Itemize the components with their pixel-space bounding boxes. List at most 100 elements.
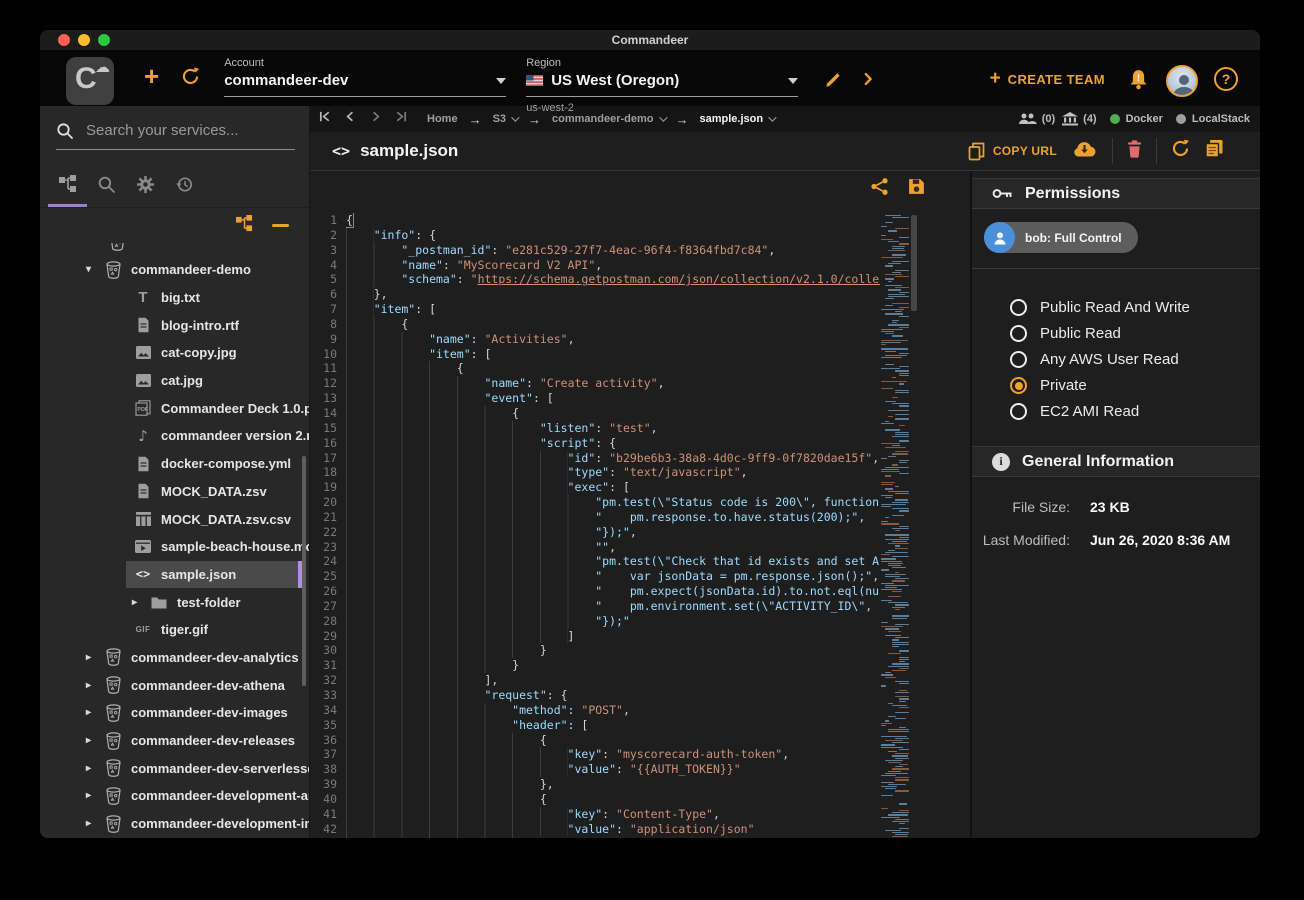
nav-back-button[interactable]: [343, 109, 358, 129]
code-line[interactable]: " pm.environment.set(\"ACTIVITY_ID\", js…: [346, 599, 880, 614]
tree-item[interactable]: ▸ test-folder: [40, 588, 309, 616]
users-icon-wrap[interactable]: (0): [1018, 113, 1055, 125]
breadcrumb-item[interactable]: S3: [493, 113, 517, 125]
radio-icon[interactable]: [1010, 351, 1027, 368]
edit-region-button[interactable]: [824, 69, 844, 94]
code-content[interactable]: {"info": {"_postman_id": "e281c529-27f7-…: [346, 213, 880, 838]
code-line[interactable]: "",: [346, 540, 880, 555]
code-line[interactable]: "value": "{{AUTH_TOKEN}}": [346, 762, 880, 777]
tree-item[interactable]: ▾ commandeer-demo: [40, 256, 309, 284]
save-button[interactable]: [907, 177, 926, 201]
code-line[interactable]: "exec": [: [346, 480, 880, 495]
region-select[interactable]: Region US West (Oregon) us-west-2: [526, 57, 798, 114]
code-line[interactable]: },: [346, 777, 880, 792]
tree-item[interactable]: sample-beach-house.mov: [40, 533, 309, 561]
code-line[interactable]: "key": "myscorecard-auth-token",: [346, 747, 880, 762]
code-line[interactable]: "listen": "test",: [346, 421, 880, 436]
code-line[interactable]: }: [346, 658, 880, 673]
help-button[interactable]: ?: [1214, 67, 1238, 91]
search-input[interactable]: [84, 121, 295, 140]
code-line[interactable]: "pm.test(\"Check that id exists and set …: [346, 554, 880, 569]
code-line[interactable]: {: [346, 733, 880, 748]
code-line[interactable]: "item": [: [346, 347, 880, 362]
code-line[interactable]: "value": "application/json": [346, 822, 880, 837]
radio-icon[interactable]: [1010, 403, 1027, 420]
tree-item[interactable]: ▸ commandeer-development-analytic: [40, 782, 309, 810]
tree-item[interactable]: cat.jpg: [40, 367, 309, 395]
expander-right-icon[interactable]: ▸: [132, 597, 148, 608]
refresh-file-button[interactable]: [1171, 139, 1190, 163]
expander-right-icon[interactable]: ▸: [86, 818, 102, 829]
code-line[interactable]: "event": [: [346, 391, 880, 406]
editor-scrollbar[interactable]: [910, 213, 918, 838]
code-line[interactable]: }: [346, 643, 880, 658]
breadcrumb-item[interactable]: commandeer-demo: [552, 113, 664, 125]
expander-right-icon[interactable]: ▸: [86, 735, 102, 746]
add-account-button[interactable]: +: [144, 65, 159, 87]
delete-file-button[interactable]: [1127, 140, 1142, 163]
nav-forward-button[interactable]: [368, 109, 383, 129]
tree-item[interactable]: ▸ commandeer-dev-athena: [40, 671, 309, 699]
code-line[interactable]: ],: [346, 673, 880, 688]
code-line[interactable]: "item": [: [346, 302, 880, 317]
notifications-button[interactable]: [1127, 68, 1150, 96]
code-line[interactable]: " pm.expect(jsonData.id).to.not.eql(null…: [346, 584, 880, 599]
code-line[interactable]: "script": {: [346, 436, 880, 451]
bank-icon-wrap[interactable]: (4): [1062, 112, 1096, 126]
code-line[interactable]: {: [346, 317, 880, 332]
expander-right-icon[interactable]: ▸: [86, 707, 102, 718]
code-line[interactable]: "type": "text/javascript",: [346, 465, 880, 480]
service-search[interactable]: [56, 121, 295, 150]
code-line[interactable]: {: [346, 361, 880, 376]
editor-body[interactable]: 1234567891011121314151617181920212223242…: [310, 207, 970, 838]
acl-option-public-read-and-write[interactable]: Public Read And Write: [1010, 299, 1260, 316]
owner-chip[interactable]: bob: Full Control: [984, 222, 1138, 253]
radio-icon[interactable]: [1010, 299, 1027, 316]
service-status-docker[interactable]: Docker: [1110, 113, 1163, 125]
code-line[interactable]: " var jsonData = pm.response.json();",: [346, 569, 880, 584]
code-line[interactable]: },: [346, 287, 880, 302]
tree-item[interactable]: ▸ commandeer-dev-images: [40, 699, 309, 727]
user-avatar[interactable]: [1166, 65, 1198, 97]
duplicate-file-button[interactable]: [1204, 139, 1224, 163]
code-line[interactable]: ]: [346, 629, 880, 644]
breadcrumb-item[interactable]: sample.json: [700, 113, 775, 125]
code-line[interactable]: "name": "Activities",: [346, 332, 880, 347]
acl-option-private[interactable]: Private: [1010, 377, 1260, 394]
code-line[interactable]: "header": [: [346, 718, 880, 733]
acl-option-ec2-ami-read[interactable]: EC2 AMI Read: [1010, 403, 1260, 420]
code-line[interactable]: "pm.test(\"Status code is 200\", functio…: [346, 495, 880, 510]
share-button[interactable]: [870, 177, 889, 201]
tree-item[interactable]: ▸ commandeer-development-images: [40, 810, 309, 838]
code-line[interactable]: "name": "MyScorecard V2 API",: [346, 258, 880, 273]
tab-search[interactable]: [87, 161, 126, 207]
tab-services-tree[interactable]: [48, 161, 87, 207]
tree-item-partial[interactable]: [40, 243, 309, 256]
tree-item[interactable]: MOCK_DATA.zsv.csv: [40, 505, 309, 533]
service-status-localstack[interactable]: LocalStack: [1176, 113, 1250, 125]
code-line[interactable]: "request": {: [346, 688, 880, 703]
create-team-button[interactable]: + CREATE TEAM: [990, 71, 1105, 87]
tree-item-selected[interactable]: <> sample.json: [40, 561, 309, 589]
nav-last-button[interactable]: [393, 109, 408, 129]
radio-icon[interactable]: [1010, 325, 1027, 342]
code-line[interactable]: "info": {: [346, 228, 880, 243]
code-line[interactable]: }: [346, 836, 880, 838]
tab-settings[interactable]: [126, 161, 165, 207]
code-line[interactable]: {: [346, 406, 880, 421]
code-line[interactable]: "name": "Create activity",: [346, 376, 880, 391]
nav-first-button[interactable]: [318, 109, 333, 129]
code-line[interactable]: "});": [346, 614, 880, 629]
tree-item[interactable]: cat-copy.jpg: [40, 339, 309, 367]
expander-right-icon[interactable]: ▸: [86, 680, 102, 691]
breadcrumb-item[interactable]: Home: [427, 113, 458, 125]
code-line[interactable]: {: [346, 792, 880, 807]
tree-item[interactable]: blog-intro.rtf: [40, 311, 309, 339]
expander-down-icon[interactable]: ▾: [86, 264, 102, 275]
tree-item[interactable]: T big.txt: [40, 284, 309, 312]
code-line[interactable]: "key": "Content-Type",: [346, 807, 880, 822]
code-line[interactable]: "schema": "https://schema.getpostman.com…: [346, 272, 880, 287]
expand-tree-button[interactable]: [235, 215, 254, 237]
tree-item[interactable]: ♪ commandeer version 2.mp3: [40, 422, 309, 450]
code-editor[interactable]: 1234567891011121314151617181920212223242…: [310, 171, 970, 838]
